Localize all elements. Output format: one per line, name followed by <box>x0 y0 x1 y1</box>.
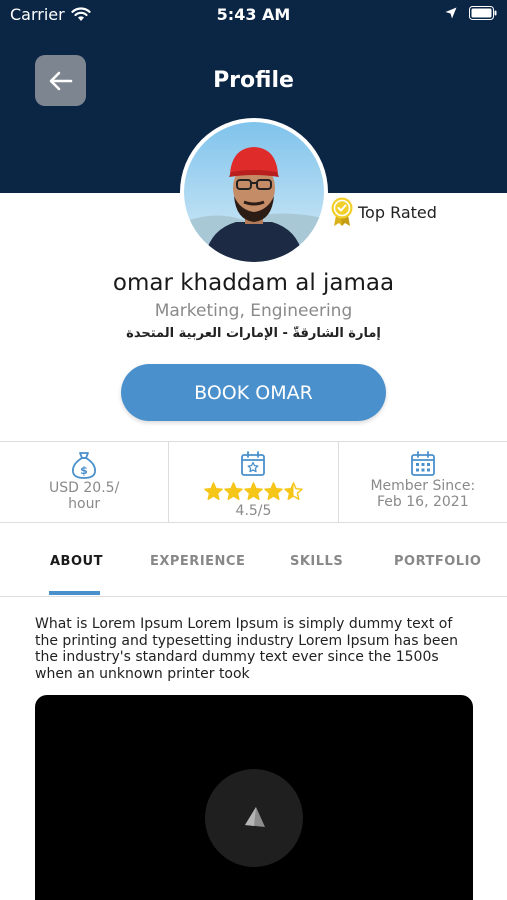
tab-portfolio[interactable]: PORTFOLIO <box>394 554 481 569</box>
tab-experience[interactable]: EXPERIENCE <box>150 554 245 569</box>
member-line2: Feb 16, 2021 <box>377 494 469 510</box>
star-icon <box>224 482 243 501</box>
stats-row: $ USD 20.5/ hour 4.5/5 Member Since: Feb… <box>0 441 507 523</box>
profile-tabs: ABOUT EXPERIENCE SKILLS PORTFOLIO <box>0 540 507 597</box>
profile-skills: Marketing, Engineering <box>154 301 353 321</box>
video-player[interactable] <box>35 695 473 900</box>
play-button[interactable] <box>205 769 303 867</box>
status-bar: Carrier 5:43 AM <box>0 0 507 32</box>
star-icon <box>284 482 303 501</box>
top-rated-badge: Top Rated <box>330 197 437 227</box>
tab-about[interactable]: ABOUT <box>50 554 103 569</box>
about-text: What is Lorem Ipsum Lorem Ipsum is simpl… <box>35 616 458 682</box>
star-icon <box>244 482 263 501</box>
page-title: Profile <box>213 68 294 93</box>
award-medal-icon <box>331 197 353 226</box>
avatar <box>180 118 328 266</box>
star-icon <box>264 482 283 501</box>
money-bag-icon: $ <box>72 452 97 479</box>
rating-label: 4.5/5 <box>235 503 272 519</box>
location-arrow-icon <box>445 7 457 19</box>
stat-rating: 4.5/5 <box>168 442 337 522</box>
stat-member: Member Since: Feb 16, 2021 <box>337 442 507 522</box>
rate-line2: hour <box>68 496 101 512</box>
tab-skills[interactable]: SKILLS <box>290 554 343 569</box>
calendar-icon <box>410 451 435 476</box>
profile-photo <box>184 122 324 262</box>
member-line1: Member Since: <box>370 478 476 494</box>
profile-location: إمارة الشارقةّ - الإمارات العربية المتحد… <box>126 326 381 341</box>
clock: 5:43 AM <box>216 5 291 24</box>
calendar-star-icon <box>241 451 266 476</box>
svg-text:$: $ <box>80 464 88 477</box>
star-icon <box>204 482 223 501</box>
play-icon <box>245 807 265 827</box>
rate-line1: USD 20.5/ <box>49 480 120 496</box>
stat-rate: $ USD 20.5/ hour <box>0 442 168 522</box>
profile-name: omar khaddam al jamaa <box>112 270 395 296</box>
battery-icon <box>469 6 497 20</box>
book-button[interactable]: BOOK OMAR <box>121 364 386 421</box>
rating-stars <box>204 482 303 501</box>
top-rated-label: Top Rated <box>358 202 437 222</box>
active-tab-indicator <box>49 591 100 595</box>
